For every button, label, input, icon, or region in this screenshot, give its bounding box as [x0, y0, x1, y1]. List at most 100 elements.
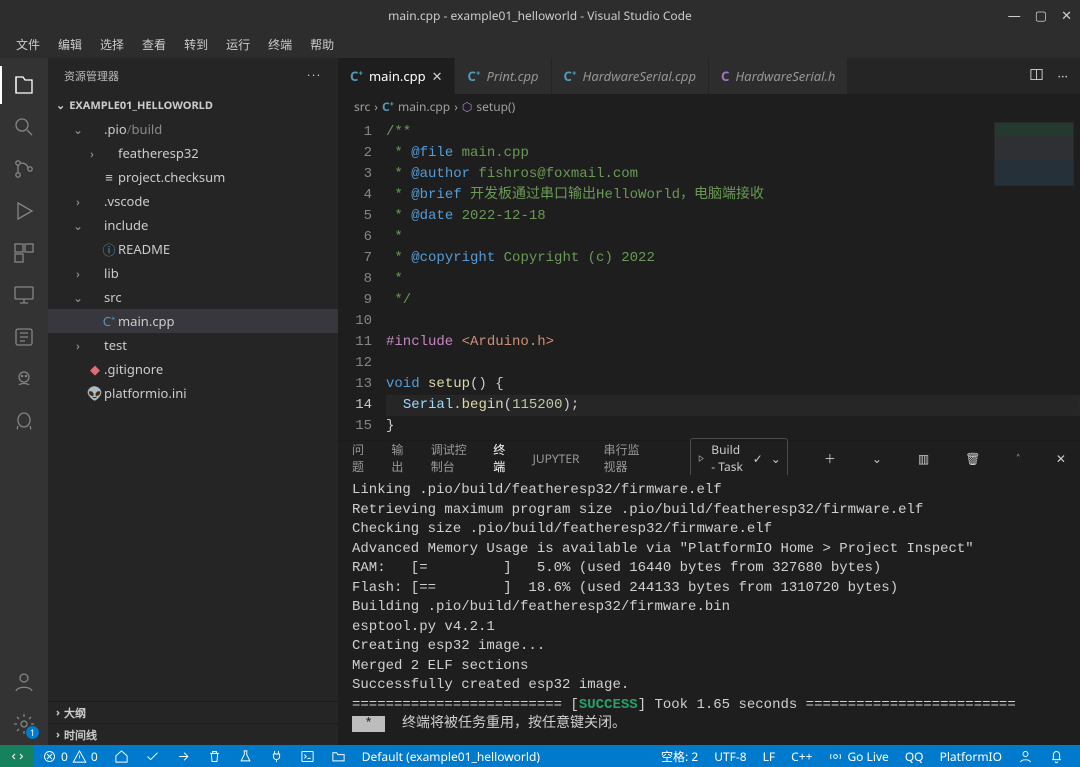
more-icon[interactable]: ···	[1058, 67, 1068, 85]
terminal-output[interactable]: Linking .pio/build/featheresp32/firmware…	[338, 475, 1080, 745]
status-check-icon[interactable]	[137, 745, 168, 767]
status-flask-icon[interactable]	[230, 745, 261, 767]
project-header[interactable]: ⌄ EXAMPLE01_HELLOWORLD	[48, 93, 338, 117]
status-home-icon[interactable]	[106, 745, 137, 767]
tree-item-lib[interactable]: ›lib	[48, 261, 338, 285]
status-plug-icon[interactable]	[261, 745, 292, 767]
breadcrumb[interactable]: src› C⁺ main.cpp› ⬡ setup()	[338, 94, 1080, 118]
sidebar-header: 资源管理器 ···	[48, 58, 338, 93]
sidebar-more-icon[interactable]: ···	[307, 68, 322, 83]
chevron-down-icon: ⌄	[56, 98, 65, 113]
tree-item-test[interactable]: ›test	[48, 333, 338, 357]
bottom-panel: 问题输出调试控制台终端 JUPYTER 串行监视器 Build - Task✓⌄ ＋ ⌄ ▥…	[338, 440, 1080, 745]
panel-tab-终端[interactable]: 终端	[493, 437, 508, 480]
editor-area: C⁺main.cpp✕C⁺Print.cppC⁺HardwareSerial.c…	[338, 58, 1080, 745]
chevron-up-icon[interactable]: ˄	[1017, 450, 1020, 467]
menu-编辑[interactable]: 编辑	[52, 32, 88, 57]
status-errors[interactable]: 0 0	[34, 745, 106, 767]
close-icon[interactable]: ✕	[1061, 6, 1072, 24]
platformio-icon[interactable]	[0, 358, 48, 400]
tree-item-project.checksum[interactable]: ≡project.checksum	[48, 165, 338, 189]
tree-item-platformio.ini[interactable]: 👽platformio.ini	[48, 381, 338, 405]
window-controls: — ▢ ✕	[1008, 6, 1072, 24]
split-editor-icon[interactable]	[1029, 67, 1044, 86]
panel-tab-JUPYTER[interactable]: JUPYTER	[533, 446, 580, 471]
title-bar: main.cpp - example01_helloworld - Visual…	[0, 0, 1080, 30]
status-language[interactable]: C++	[783, 745, 820, 767]
menu-终端[interactable]: 终端	[262, 32, 298, 57]
explorer-icon[interactable]	[0, 64, 48, 106]
menu-运行[interactable]: 运行	[220, 32, 256, 57]
status-env[interactable]: Default (example01_helloworld)	[354, 745, 548, 767]
file-tree: ⌄.pio / build›featheresp32≡project.check…	[48, 117, 338, 701]
minimize-icon[interactable]: —	[1008, 6, 1021, 24]
status-folder-icon[interactable]	[323, 745, 354, 767]
tree-item-include[interactable]: ⌄include	[48, 213, 338, 237]
search-icon[interactable]	[0, 106, 48, 148]
remote-icon[interactable]	[0, 745, 34, 767]
status-encoding[interactable]: UTF-8	[706, 745, 754, 767]
tab-Print.cpp[interactable]: C⁺Print.cpp	[455, 58, 551, 94]
status-bar: 0 0 Default (example01_helloworld) 空格: 2…	[0, 745, 1080, 767]
tree-item-src[interactable]: ⌄src	[48, 285, 338, 309]
tree-item-.pio[interactable]: ⌄.pio / build	[48, 117, 338, 141]
tree-item-.gitignore[interactable]: ◆.gitignore	[48, 357, 338, 381]
status-golive[interactable]: Go Live	[820, 745, 896, 767]
panel-tab-输出[interactable]: 输出	[391, 437, 406, 479]
status-eol[interactable]: LF	[755, 745, 784, 767]
panel-tab-问题[interactable]: 问题	[352, 437, 367, 479]
maximize-icon[interactable]: ▢	[1035, 6, 1047, 24]
status-feedback-icon[interactable]	[1010, 745, 1041, 767]
task-action[interactable]: Build - Task✓⌄	[690, 438, 788, 478]
code-content[interactable]: /** * @file main.cpp * @author fishros@f…	[386, 118, 1080, 440]
trash-icon[interactable]: 🗑	[965, 450, 980, 467]
tree-item-main.cpp[interactable]: C⁺main.cpp	[48, 309, 338, 333]
panel-tab-串行监视器[interactable]: 串行监视器	[603, 437, 641, 479]
outline-section[interactable]: › 大纲	[48, 701, 338, 723]
tab-bar: C⁺main.cpp✕C⁺Print.cppC⁺HardwareSerial.c…	[338, 58, 1080, 94]
activity-bar: 1	[0, 58, 48, 745]
tab-main.cpp[interactable]: C⁺main.cpp✕	[338, 58, 455, 94]
timeline-section[interactable]: › 时间线	[48, 723, 338, 745]
settings-icon[interactable]: 1	[0, 703, 48, 745]
status-pio[interactable]: PlatformIO	[932, 745, 1010, 767]
panel-tab-调试控制台[interactable]: 调试控制台	[431, 437, 469, 479]
menu-帮助[interactable]: 帮助	[304, 32, 340, 57]
menu-bar: 文件编辑选择查看转到运行终端帮助	[0, 30, 1080, 58]
status-terminal-icon[interactable]	[292, 745, 323, 767]
qq-icon[interactable]	[0, 400, 48, 442]
tree-item-featheresp32[interactable]: ›featheresp32	[48, 141, 338, 165]
close-icon[interactable]: ✕	[1056, 450, 1066, 467]
tab-HardwareSerial.h[interactable]: CHardwareSerial.h	[709, 58, 848, 94]
chevron-right-icon: ›	[56, 705, 60, 720]
line-gutter: 123456789101112131415	[338, 118, 386, 440]
status-arrow-icon[interactable]	[168, 745, 199, 767]
source-control-icon[interactable]	[0, 148, 48, 190]
remote-explorer-icon[interactable]	[0, 274, 48, 316]
tab-HardwareSerial.cpp[interactable]: C⁺HardwareSerial.cpp	[552, 58, 709, 94]
editor-pane[interactable]: 123456789101112131415 /** * @file main.c…	[338, 118, 1080, 440]
extensions-icon[interactable]	[0, 232, 48, 274]
menu-转到[interactable]: 转到	[178, 32, 214, 57]
chevron-right-icon: ›	[56, 727, 60, 742]
plus-icon[interactable]: ＋	[824, 450, 836, 467]
settings-badge: 1	[26, 726, 39, 739]
tab-close-icon[interactable]: ✕	[432, 67, 443, 85]
status-indent[interactable]: 空格: 2	[653, 745, 706, 767]
sidebar-title: 资源管理器	[64, 68, 119, 84]
tree-item-.vscode[interactable]: ›.vscode	[48, 189, 338, 213]
account-icon[interactable]	[0, 661, 48, 703]
tree-item-README[interactable]: ⓘREADME	[48, 237, 338, 261]
status-trash-icon[interactable]	[199, 745, 230, 767]
split-icon[interactable]: ▥	[918, 450, 929, 467]
project-env-icon[interactable]	[0, 316, 48, 358]
⌄[interactable]: ⌄	[872, 450, 882, 467]
menu-查看[interactable]: 查看	[136, 32, 172, 57]
status-bell-icon[interactable]	[1041, 745, 1072, 767]
status-qq[interactable]: QQ	[897, 745, 932, 767]
menu-选择[interactable]: 选择	[94, 32, 130, 57]
minimap[interactable]	[994, 122, 1074, 186]
run-debug-icon[interactable]	[0, 190, 48, 232]
sidebar: 资源管理器 ··· ⌄ EXAMPLE01_HELLOWORLD ⌄.pio /…	[48, 58, 338, 745]
menu-文件[interactable]: 文件	[10, 32, 46, 57]
